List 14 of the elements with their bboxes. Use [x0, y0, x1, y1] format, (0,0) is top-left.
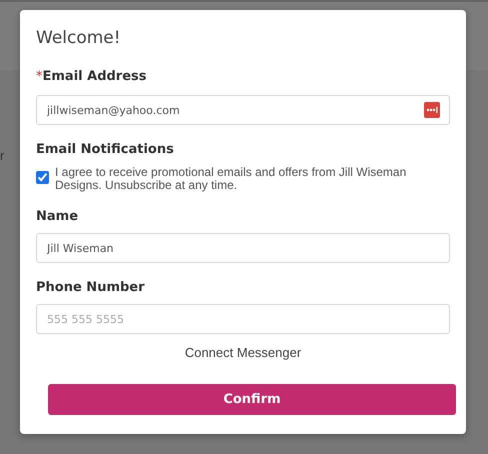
- field-label: Email Address: [42, 69, 147, 84]
- field-label: Email Notifications: [36, 141, 175, 159]
- required-asterisk: *: [36, 69, 42, 84]
- background-text: r: [0, 148, 4, 163]
- connect-messenger-link[interactable]: Connect Messenger: [184, 345, 302, 360]
- phone-field[interactable]: 555 555 5555: [36, 304, 450, 334]
- dialog-title: Welcome!: [36, 27, 122, 50]
- email-field[interactable]: jillwiseman@yahoo.com: [36, 95, 450, 125]
- field-label: Phone Number: [36, 279, 146, 297]
- confirm-button[interactable]: Confirm: [48, 384, 456, 415]
- consent-checkbox[interactable]: [36, 171, 49, 184]
- password-manager-icon[interactable]: [424, 102, 440, 118]
- consent-text: I agree to receive promotional emails and offers from Jill Wiseman Designs. Unsubscribe at any time.: [55, 166, 408, 192]
- field-label: Name: [36, 208, 80, 226]
